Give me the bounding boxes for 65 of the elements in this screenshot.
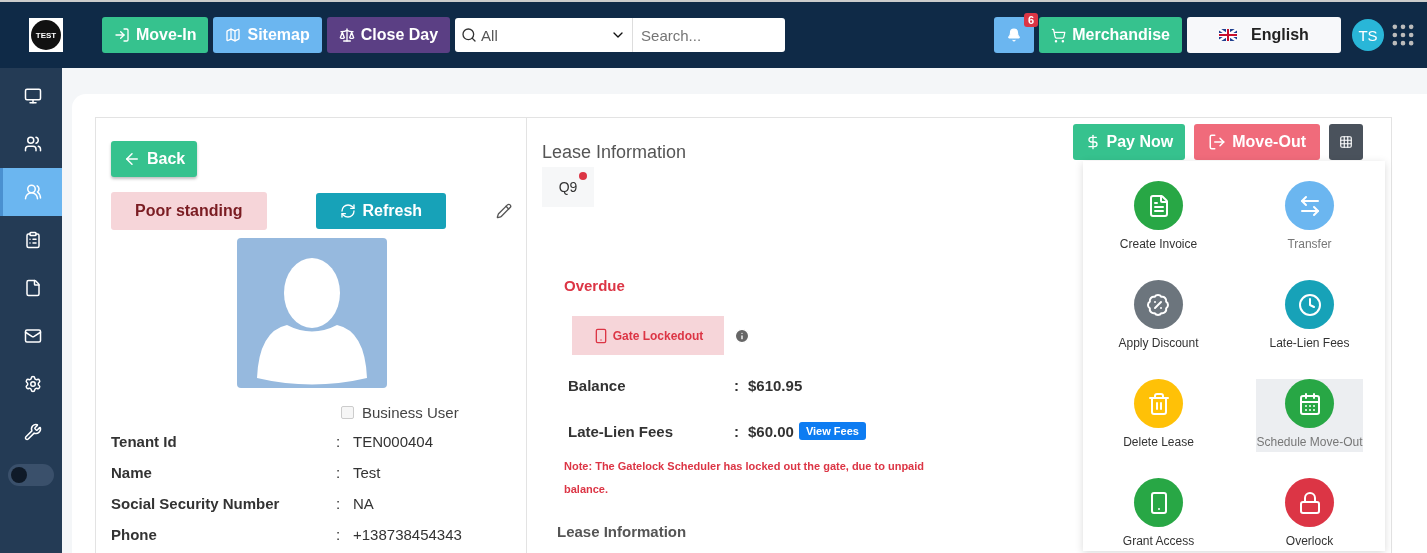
standing-badge: Poor standing <box>111 192 267 230</box>
enter-icon <box>114 27 130 43</box>
separator: : <box>336 433 342 450</box>
clipboard-icon <box>23 231 42 249</box>
separator: : <box>336 495 342 512</box>
menu-item[interactable]: Create Invoice <box>1119 181 1198 254</box>
trash-icon <box>1146 391 1171 416</box>
section-title: Lease Information <box>557 523 688 540</box>
notification-count: 6 <box>1024 13 1039 27</box>
dashboard-icon <box>23 87 42 105</box>
field-value: +138738454343 <box>353 526 463 543</box>
lock-icon <box>1297 490 1322 515</box>
search-field[interactable]: Search... <box>633 18 786 52</box>
exit-icon <box>1208 133 1227 151</box>
field-value: Test <box>353 464 382 481</box>
bell-icon <box>1007 28 1022 42</box>
menu-item[interactable]: Late-Lien Fees <box>1269 280 1350 353</box>
info-icon[interactable] <box>734 327 750 344</box>
clock-icon <box>1297 292 1322 317</box>
scope-dropdown[interactable]: All <box>455 18 634 52</box>
menu-item[interactable]: Apply Discount <box>1118 280 1199 353</box>
wrench-icon <box>23 423 42 441</box>
language-button[interactable]: English <box>1187 17 1341 53</box>
separator: : <box>336 464 342 481</box>
field-label: Phone <box>111 526 158 543</box>
status-text: Overdue <box>564 277 626 294</box>
document-icon <box>23 279 42 297</box>
discount-icon <box>1146 292 1171 317</box>
separator: : <box>734 377 740 394</box>
section-title: Lease Information <box>542 142 688 163</box>
grid-icon <box>1339 135 1353 149</box>
edit-icon[interactable] <box>496 203 512 219</box>
refresh-icon <box>340 203 357 219</box>
map-icon <box>225 27 242 43</box>
field-value: NA <box>353 495 375 512</box>
gear-icon <box>23 375 42 393</box>
field-value: $60.00 <box>748 422 794 440</box>
separator: : <box>336 526 342 543</box>
unit-tab[interactable]: Q9 <box>542 167 594 207</box>
search-icon <box>461 27 478 43</box>
field-label: Name <box>111 464 153 481</box>
theme-toggle[interactable] <box>8 464 54 486</box>
separator: : <box>734 422 740 440</box>
menu-button[interactable] <box>1329 124 1363 160</box>
business-user-checkbox[interactable]: Business User <box>341 404 512 421</box>
calendar-icon <box>1297 391 1322 416</box>
view-fees-button[interactable]: View Fees <box>798 422 866 440</box>
menu-item[interactable]: Grant Access <box>1122 478 1195 551</box>
mail-icon <box>23 327 42 345</box>
cart-icon <box>1051 27 1067 43</box>
toolbar-button[interactable]: Close Day <box>326 17 451 53</box>
field-label: Tenant Id <box>111 433 178 450</box>
logo[interactable]: TEST <box>29 18 63 52</box>
tenant-icon <box>23 183 42 201</box>
menu-item[interactable]: Delete Lease <box>1123 379 1194 452</box>
gate-status-badge: Gate Lockedout <box>572 316 724 355</box>
field-label: Balance <box>568 377 627 394</box>
field-label: Social Security Number <box>111 495 281 512</box>
note-text: Note: The Gatelock Scheduler has locked out the gate, due to unpaid balance. <box>564 459 925 497</box>
flag-icon <box>1219 29 1238 41</box>
field-value: $610.95 <box>748 377 803 394</box>
scale-icon <box>338 27 355 43</box>
field-label: Late-Lien Fees <box>568 422 675 440</box>
field-value: TEN000404 <box>353 433 435 450</box>
users-icon <box>23 135 42 153</box>
